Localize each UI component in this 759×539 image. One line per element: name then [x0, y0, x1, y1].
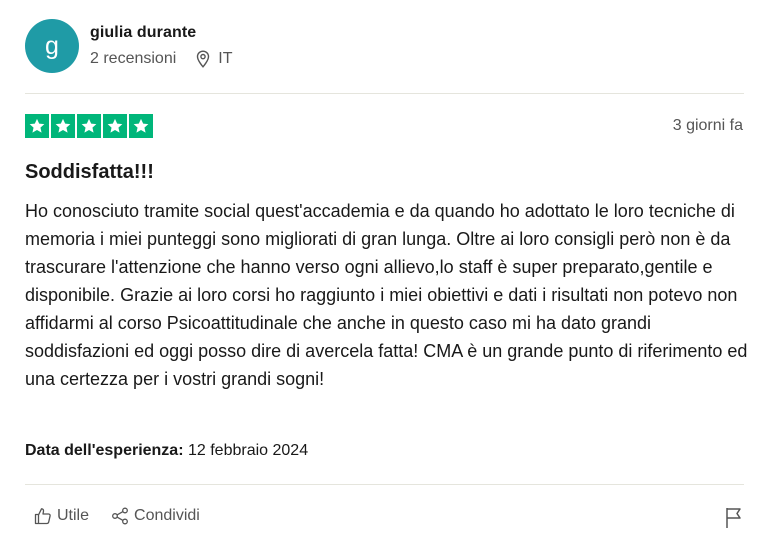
star-icon — [51, 114, 75, 138]
star-icon — [103, 114, 127, 138]
star-rating — [25, 114, 153, 138]
location-pin-icon — [197, 50, 210, 68]
review-text: Ho conosciuto tramite social quest'accad… — [25, 201, 748, 389]
experience-label: Data dell'esperienza: — [25, 442, 184, 459]
country-code: IT — [218, 50, 233, 67]
reviewer-location: IT — [196, 49, 233, 69]
footer-divider — [25, 484, 744, 485]
experience-date: Data dell'esperienza: 12 febbraio 2024 — [25, 441, 308, 461]
star-icon — [77, 114, 101, 138]
review-title[interactable]: Soddisfatta!!! — [25, 160, 154, 184]
review-card: g giulia durante 2 recensioni IT 3 giorn… — [0, 0, 759, 539]
reviewer-info: giulia durante 2 recensioni IT — [90, 23, 233, 69]
share-label: Condividi — [134, 507, 200, 524]
reviews-count: 2 recensioni — [90, 50, 177, 67]
reviewer-meta: 2 recensioni IT — [90, 49, 233, 69]
flag-icon[interactable] — [724, 507, 744, 529]
reviewer-name[interactable]: giulia durante — [90, 23, 233, 43]
star-icon — [25, 114, 49, 138]
review-date: 3 giorni fa — [672, 117, 743, 134]
reviewer-header: g giulia durante 2 recensioni IT — [25, 18, 233, 74]
review-actions: Utile Condividi — [34, 506, 200, 526]
useful-button[interactable]: Utile — [34, 506, 89, 526]
useful-label: Utile — [57, 507, 90, 524]
thumbs-up-icon — [34, 508, 51, 525]
experience-value: 12 febbraio 2024 — [187, 442, 309, 459]
avatar[interactable]: g — [25, 19, 79, 73]
share-button[interactable]: Condividi — [111, 506, 200, 526]
star-icon — [129, 114, 153, 138]
share-icon — [112, 507, 128, 525]
header-divider — [25, 93, 744, 94]
